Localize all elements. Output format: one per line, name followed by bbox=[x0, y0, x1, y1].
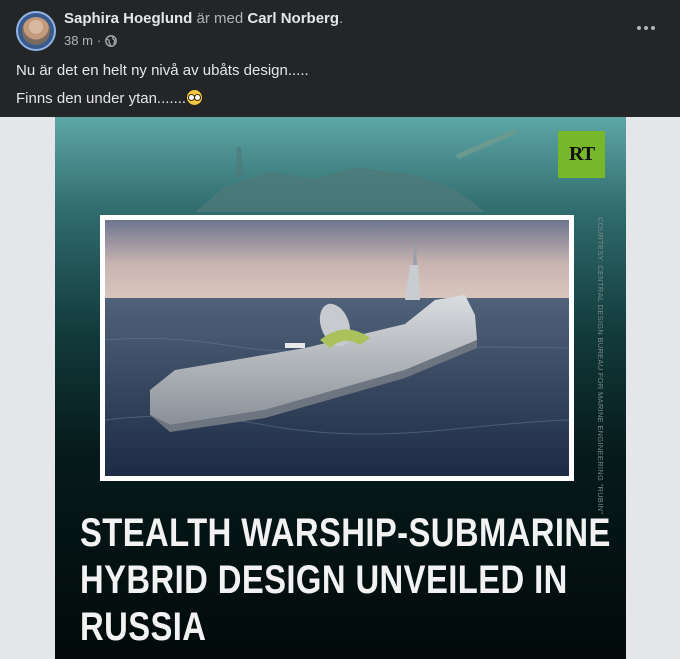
post-meta: 38 m · bbox=[64, 33, 118, 49]
post-text: Nu är det en helt ny nivå av ubåts desig… bbox=[16, 57, 309, 113]
more-dot-icon bbox=[644, 26, 648, 30]
post-image[interactable]: RT COURTESY: CENTRAL DESIGN BUREAU FOR M… bbox=[55, 117, 626, 659]
headline-line-2: HYBRID DESIGN UNVEILED IN bbox=[80, 558, 568, 602]
globe-icon[interactable] bbox=[105, 35, 118, 47]
headline-line-1: STEALTH WARSHIP-SUBMARINE bbox=[80, 511, 611, 555]
with-text: är med bbox=[192, 10, 248, 27]
rt-logo: RT bbox=[558, 131, 605, 178]
tagged-suffix: . bbox=[339, 10, 344, 27]
warship-photo bbox=[105, 220, 569, 476]
more-options-button[interactable] bbox=[632, 14, 660, 42]
headline: STEALTH WARSHIP-SUBMARINE HYBRID DESIGN … bbox=[80, 510, 611, 651]
photo-credit: COURTESY: CENTRAL DESIGN BUREAU FOR MARI… bbox=[596, 217, 605, 515]
tagged-name[interactable]: Carl Norberg bbox=[247, 10, 339, 27]
author-line: Saphira Hoeglund är med Carl Norberg. bbox=[64, 9, 343, 29]
post-header: Saphira Hoeglund är med Carl Norberg. 38… bbox=[0, 0, 680, 60]
post-text-line-1: Nu är det en helt ny nivå av ubåts desig… bbox=[16, 62, 309, 79]
warship-illustration bbox=[105, 220, 569, 476]
more-dot-icon bbox=[651, 26, 655, 30]
author-avatar[interactable] bbox=[16, 11, 56, 51]
flushed-face-emoji-icon bbox=[187, 90, 203, 105]
post-text-line-2-text: Finns den under ytan....... bbox=[16, 90, 187, 107]
meta-separator: · bbox=[96, 33, 102, 48]
more-dot-icon bbox=[637, 26, 641, 30]
background-ship-silhouette bbox=[195, 129, 517, 212]
author-name[interactable]: Saphira Hoeglund bbox=[64, 10, 192, 27]
photo-frame bbox=[100, 215, 574, 481]
post-timestamp[interactable]: 38 m bbox=[64, 33, 93, 49]
post-text-line-2: Finns den under ytan....... bbox=[16, 85, 309, 113]
headline-line-3: RUSSIA bbox=[80, 605, 207, 649]
